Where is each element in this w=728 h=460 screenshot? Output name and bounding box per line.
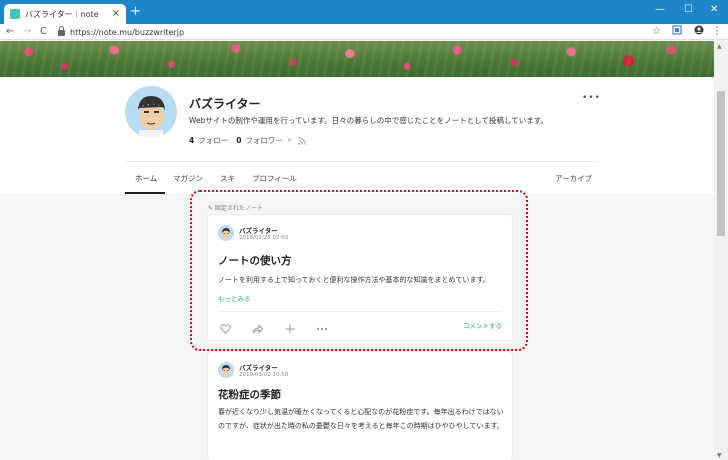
profile-section: バズライター Webサイトの制作や運用を行っています。日々の暮らしの中で感じたこ… (0, 77, 714, 194)
author-avatar[interactable] (218, 225, 234, 241)
note-favicon-icon (10, 9, 20, 19)
note-title[interactable]: ノートの使い方 (218, 253, 292, 268)
add-icon[interactable] (285, 319, 295, 338)
minimize-button[interactable]: — (655, 3, 665, 17)
url-text: https://note.mu/buzzwriterjp (70, 27, 185, 37)
note-date: 2019/03/02 10:58 (239, 372, 289, 378)
lock-icon (58, 26, 65, 36)
browser-toolbar: ← → C https://note.mu/buzzwriterjp ☆ ⋮ (0, 24, 728, 40)
followers-label[interactable]: フォロワー (245, 135, 283, 146)
note-date: 2019/02/28 02:03 (239, 235, 289, 241)
comment-button[interactable]: コメントする (463, 320, 502, 330)
note-excerpt: ノートを利用する上で知っておくと便利な操作方法や基本的な知識をまとめています。 (218, 276, 490, 284)
bookmark-star-icon[interactable]: ☆ (652, 25, 661, 39)
browser-tab[interactable]: バズライター｜note × (4, 4, 126, 24)
note-excerpt: 春が近くなり少し気温が暖かくなってくると心配なのが花粉症です。毎年出るわけではな… (218, 408, 504, 430)
followers-count[interactable]: 0 (236, 136, 241, 145)
profile-name: バズライター (189, 97, 261, 111)
tab-title: バズライター｜note (25, 9, 99, 19)
profile-tabs: ホーム マガジン スキ プロフィール アーカイブ (125, 170, 597, 194)
account-icon[interactable] (694, 25, 704, 40)
maximize-button[interactable]: ☐ (684, 3, 693, 17)
new-tab-button[interactable]: + (130, 5, 141, 19)
author-avatar[interactable] (218, 362, 234, 378)
card-divider (218, 311, 502, 312)
scrollbar-thumb[interactable] (717, 91, 725, 236)
following-count[interactable]: 4 (189, 136, 194, 145)
tab-close-icon[interactable]: × (112, 9, 120, 19)
note-author[interactable]: バズライター (239, 362, 278, 372)
note-author[interactable]: バズライター (239, 225, 278, 235)
tab-profile[interactable]: プロフィール (252, 173, 297, 184)
note-title[interactable]: 花粉症の季節 (218, 387, 281, 402)
profile-more-button[interactable]: ••• (582, 93, 601, 103)
address-bar[interactable]: https://note.mu/buzzwriterjp (58, 25, 664, 39)
tab-archive[interactable]: アーカイブ (555, 173, 592, 184)
rss-icon[interactable] (298, 136, 307, 145)
heart-icon[interactable] (220, 319, 231, 338)
forward-button[interactable]: → (23, 25, 31, 39)
follow-stats: 4 フォロー 0 フォロワー • (189, 135, 307, 146)
browser-titlebar: バズライター｜note × + — ☐ ✕ (0, 0, 728, 24)
back-button[interactable]: ← (6, 25, 14, 39)
scroll-down-icon[interactable]: ▼ (717, 452, 722, 459)
window-close-button[interactable]: ✕ (710, 3, 718, 17)
pinned-note-label: ✎ 固定されたノート (208, 205, 263, 212)
following-label[interactable]: フォロー (198, 135, 228, 146)
header-banner-image (0, 41, 714, 77)
profile-divider (125, 161, 597, 162)
scroll-up-icon[interactable]: ▲ (717, 43, 722, 50)
tab-home[interactable]: ホーム (135, 173, 157, 184)
separator-dot: • (286, 136, 292, 145)
note-card-pinned[interactable]: バズライター 2019/02/28 02:03 ノートの使い方 ノートを利用する… (208, 215, 512, 340)
more-icon[interactable] (316, 319, 328, 338)
share-icon[interactable] (252, 319, 264, 338)
tab-magazine[interactable]: マガジン (173, 173, 203, 184)
read-more-link[interactable]: もっとみる (218, 293, 251, 303)
browser-menu-icon[interactable]: ⋮ (712, 25, 722, 39)
note-actions: コメントする (218, 319, 502, 334)
reload-button[interactable]: C (40, 25, 47, 39)
note-card[interactable]: バズライター 2019/03/02 10:58 花粉症の季節 春が近くなり少し気… (208, 352, 512, 460)
extension-icon[interactable] (672, 25, 682, 40)
profile-bio: Webサイトの制作や運用を行っています。日々の暮らしの中で感じたことをノートとし… (189, 116, 549, 125)
active-tab-indicator (125, 192, 165, 194)
profile-avatar[interactable] (125, 86, 177, 138)
tab-likes[interactable]: スキ (220, 173, 235, 184)
